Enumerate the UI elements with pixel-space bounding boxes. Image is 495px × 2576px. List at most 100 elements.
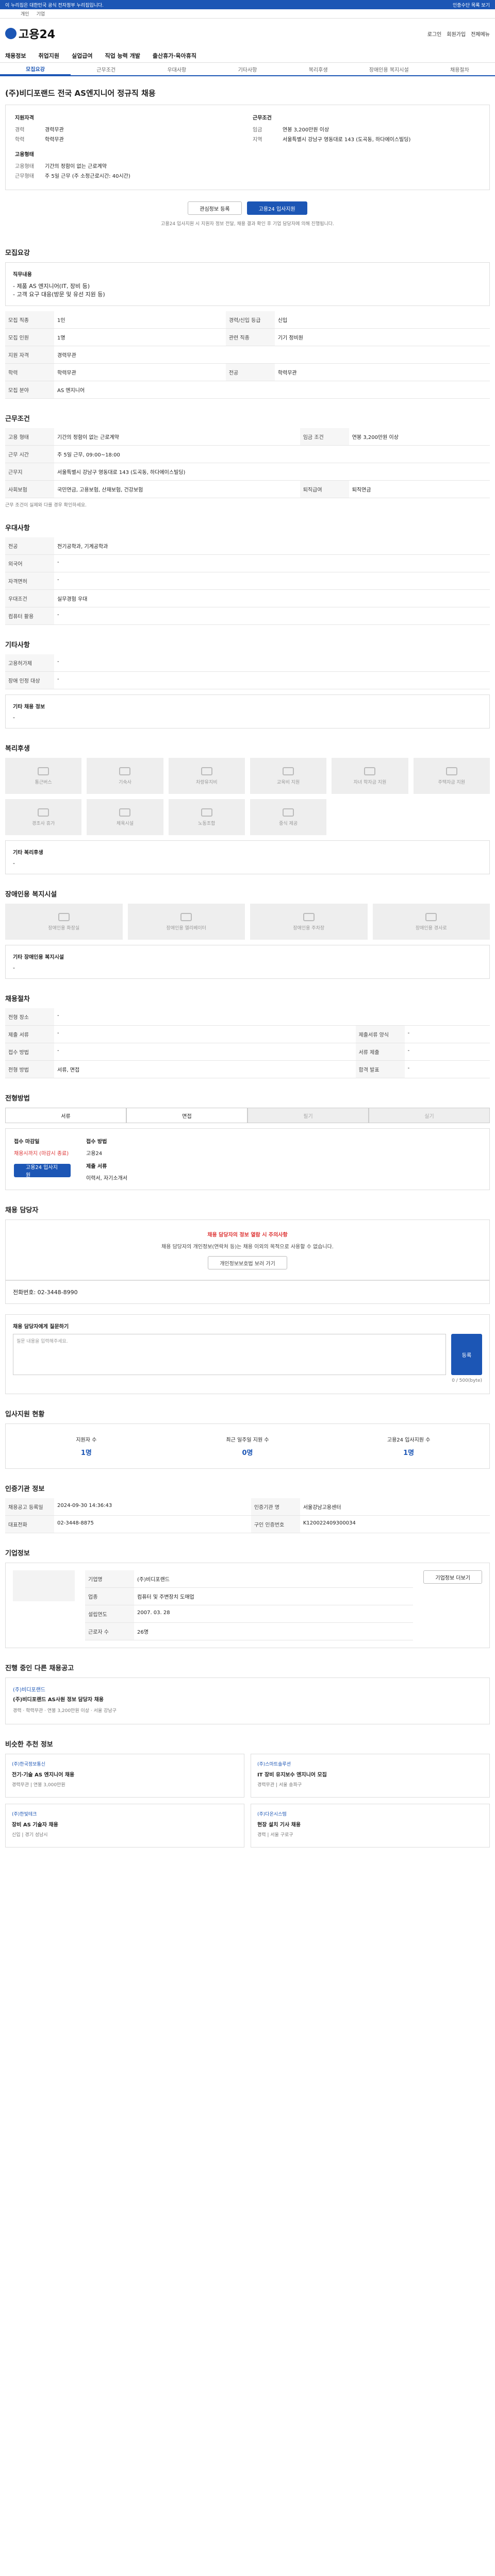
table-row: 전형 장소 - (5, 1008, 490, 1026)
cell: 1명 (54, 328, 226, 346)
welfare-label: 중식 제공 (279, 821, 298, 826)
table-row: 지원 자격 경력무관 (5, 346, 490, 364)
tab-etc[interactable]: 기타사항 (212, 63, 283, 75)
table-row: 근무지 서울특별시 강남구 영동대로 143 (도곡동, 하다에이스빌딩) (5, 463, 490, 481)
table-row: 전공 전기공학과, 기계공학과 (5, 537, 490, 555)
table-row: 우대조건 실무경험 우대 (5, 589, 490, 607)
tab-work[interactable]: 근무조건 (71, 63, 141, 75)
welfare-grid: 통근버스 기숙사 차량유지비 교육비 지원 자녀 학자금 지원 주택자금 지원 … (5, 758, 490, 835)
warning-text: 채용 담당자의 개인정보(연락처 등)는 채용 이외의 목적으로 사용할 수 없… (161, 1244, 334, 1250)
facility-item: 장애인용 화장실 (5, 904, 123, 940)
similar-title: 비슷한 추천 정보 (5, 1741, 53, 1749)
bus-icon (38, 767, 50, 775)
nav-leave[interactable]: 출산휴가·육아휴직 (153, 52, 196, 60)
tab-personal[interactable]: 개인 (21, 10, 29, 17)
table-row: 사회보험 국민연금, 고용보험, 산재보험, 건강보험 퇴직급여 퇴직연금 (5, 480, 490, 498)
top-link[interactable]: 인증수단 목록 보기 (453, 2, 490, 8)
company-more-button[interactable]: 기업정보 더보기 (423, 1570, 482, 1584)
pay-label: 임금 (253, 127, 262, 133)
cell: 퇴직연금 (349, 480, 490, 498)
cell: 관련 직종 (225, 328, 275, 346)
tab-prefer[interactable]: 우대사항 (141, 63, 212, 75)
logo-text: 고용24 (19, 28, 56, 41)
menu-button[interactable]: 전체메뉴 (471, 30, 490, 38)
cell: 국민연금, 고용보험, 산재보험, 건강보험 (54, 480, 300, 498)
similar-card[interactable]: (주)스마트솔루션 IT 장비 유지보수 엔지니어 모집 경력무관 | 서울 송파구 (251, 1754, 490, 1798)
method-steps: 서류 면접 필기 실기 (5, 1108, 490, 1123)
table-row: 고용 형태 기간의 정함이 없는 근로계약 임금 조건 연봉 3,200만원 이상 (5, 428, 490, 446)
signup-link[interactable]: 회원가입 (447, 30, 466, 38)
form-label: 고용형태 (15, 164, 34, 170)
card-title: 전기·기술 AS 엔지니어 채용 (12, 1772, 75, 1778)
nav-training[interactable]: 직업 능력 개발 (105, 52, 140, 60)
method-head: 접수 방법 (86, 1139, 107, 1145)
cell: 접수 방법 (5, 1043, 54, 1061)
tab-recruit[interactable]: 모집요강 (0, 63, 71, 75)
cell: (주)비디포랜드 (134, 1570, 414, 1588)
nav-jobs[interactable]: 채용정보 (5, 52, 26, 60)
welfare-label: 경조사 휴가 (32, 821, 55, 826)
table-row: 기업명 (주)비디포랜드 (85, 1570, 414, 1588)
cell: 학력무관 (54, 363, 226, 381)
other-job[interactable]: (주)비디포랜드 (주)비디포랜드 AS사원 정보 담당자 채용 경력 · 학력… (5, 1677, 490, 1724)
card-title: 장비 AS 기술자 채용 (12, 1822, 58, 1828)
table-row: 자격면허 - (5, 572, 490, 590)
process-table: 전형 장소 - 제출 서류 - 제출서류 양식 - 접수 방법 - 서류 제출 - 전형 방법… (5, 1008, 490, 1078)
tab-process[interactable]: 채용절차 (424, 63, 495, 75)
table-row: 설립연도 2007. 03. 28 (85, 1605, 414, 1623)
cell: 업종 (85, 1587, 134, 1605)
meal-icon (283, 808, 294, 817)
cell: 고용허가제 (5, 654, 54, 672)
similar-card[interactable]: (주)다온시스템 현장 설치 기사 채용 경력 | 서울 구로구 (251, 1804, 490, 1848)
tab-disabled[interactable]: 장애인용 복지시설 (354, 63, 424, 75)
table-row: 전형 방법 서류, 면접 합격 발표 - (5, 1060, 490, 1078)
cell: - (54, 572, 490, 590)
tab-welfare[interactable]: 복리후생 (283, 63, 354, 75)
cell: - (54, 607, 490, 625)
card-meta: 경력 | 서울 구로구 (257, 1833, 293, 1838)
nav-support[interactable]: 취업지원 (38, 52, 59, 60)
question-input[interactable]: 질문 내용을 입력해주세요. (13, 1334, 446, 1375)
nav-benefit[interactable]: 실업급여 (72, 52, 92, 60)
similar-card[interactable]: (주)한빛테크 장비 AS 기술자 채용 신입 | 경기 성남시 (5, 1804, 244, 1848)
apply-button[interactable]: 고용24 입사지원 (246, 201, 307, 215)
cond-head: 근무조건 (253, 115, 272, 121)
disabled-extra-value: - (13, 964, 15, 971)
table-row: 업종 컴퓨터 및 주변장치 도매업 (85, 1587, 414, 1605)
section-tabs: 모집요강 근무조건 우대사항 기타사항 복리후생 장애인용 복지시설 채용절차 (0, 63, 495, 76)
etc-extra-value: - (13, 714, 15, 721)
login-link[interactable]: 로그인 (427, 30, 442, 38)
manager-warning: 채용 담당자의 정보 열람 시 주의사항 채용 담당자의 개인정보(연락처 등)… (5, 1219, 490, 1280)
cell: 고용 형태 (5, 428, 54, 446)
apply-note: 고용24 입사지원 시 지원자 정보 전달, 채용 결과 확인 후 기업 담당자… (161, 222, 334, 227)
logo-icon (5, 28, 16, 39)
disabled-extra-head: 기타 장애인용 복지시설 (13, 955, 64, 960)
company-title: 기업정보 (5, 1550, 30, 1557)
logo[interactable]: 고용24 (5, 25, 55, 42)
docs-value: 이력서, 자기소개서 (86, 1176, 127, 1181)
card-title: IT 장비 유지보수 엔지니어 모집 (257, 1772, 327, 1778)
docs-head: 제출 서류 (86, 1164, 107, 1170)
table-row: 고용허가제 - (5, 654, 490, 672)
welfare-item: 통근버스 (5, 758, 82, 794)
card-title: 현장 설치 기사 채용 (257, 1822, 301, 1828)
cell: 자격면허 (5, 572, 54, 590)
apply-button-2[interactable]: 고용24 입사지원 (14, 1164, 71, 1178)
cell: 전기공학과, 기계공학과 (54, 537, 490, 555)
apply-info: 접수 마감일 채용시까지 (마감시 종료) 고용24 입사지원 접수 방법 고용… (5, 1128, 490, 1190)
cell: 2024-09-30 14:36:43 (54, 1498, 251, 1516)
cell: 근무 시간 (5, 445, 54, 463)
interest-button[interactable]: 관심정보 등록 (188, 201, 242, 215)
tab-business[interactable]: 기업 (37, 10, 45, 17)
privacy-law-button[interactable]: 개인정보보호법 보러 가기 (208, 1256, 287, 1269)
exp-label: 경력 (15, 127, 25, 133)
elevator-icon (180, 912, 192, 921)
table-row: 제출 서류 - 제출서류 양식 - (5, 1025, 490, 1043)
question-submit-button[interactable]: 등록 (451, 1334, 482, 1375)
welfare-extra-head: 기타 복리후생 (13, 850, 43, 856)
similar-card[interactable]: (주)한국정보통신 전기·기술 AS 엔지니어 채용 경력무관 | 연봉 3,000… (5, 1754, 244, 1798)
card-meta: 신입 | 경기 성남시 (12, 1833, 48, 1838)
facility-item: 장애인용 경사로 (372, 904, 490, 940)
cell: 주 5일 근무, 09:00~18:00 (54, 445, 490, 463)
etc-extra-head: 기타 채용 정보 (13, 704, 45, 710)
